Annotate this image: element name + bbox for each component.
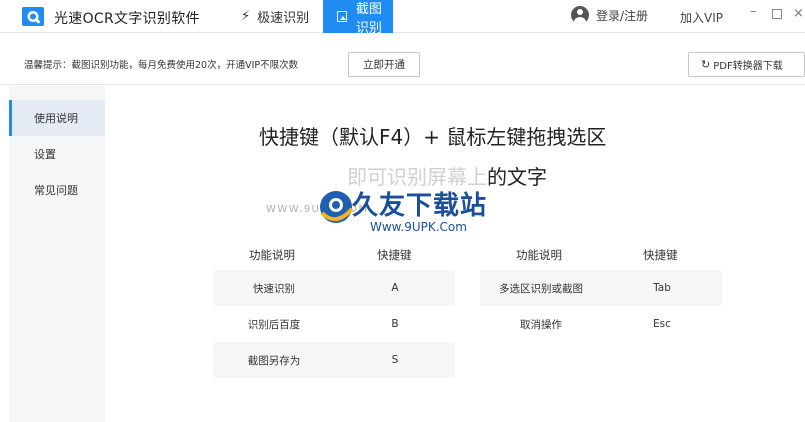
instruction-headline: 快捷键（默认F4）+ 鼠标左键拖拽选区	[259, 125, 607, 149]
function-cell: 快速识别	[253, 282, 295, 295]
user-avatar-icon	[571, 6, 589, 24]
tab-fast-recognition[interactable]: ⚡ 极速识别	[241, 0, 309, 33]
close-icon[interactable]: ×	[793, 6, 804, 21]
left-function-header: 功能说明	[249, 248, 295, 262]
login-label: 登录/注册	[596, 8, 649, 23]
table-row: 快速识别 A	[213, 270, 455, 306]
login-button[interactable]: 登录/注册	[571, 6, 648, 24]
function-cell: 截图另存为	[247, 354, 301, 367]
open-vip-button[interactable]: 立即开通	[348, 52, 420, 77]
function-cell: 取消操作	[520, 318, 562, 331]
left-key-header: 快捷键	[377, 248, 412, 262]
join-vip-button[interactable]: 加入VIP	[680, 9, 723, 26]
title-bar: 光速OCR文字识别软件 ⚡ 极速识别 截图识别 登录/注册 加入VIP – ×	[0, 0, 805, 36]
picture-icon	[337, 11, 347, 22]
minimize-icon[interactable]: –	[750, 4, 757, 19]
notice-bar: 温馨提示：截图识别功能，每月免费使用20次，开通VIP不限次数 立即开通 ↻ P…	[0, 34, 805, 85]
watermark-url: Www.9UPK.Com	[370, 220, 467, 234]
lightning-icon: ⚡	[241, 9, 251, 24]
key-cell: S	[391, 354, 399, 366]
app-title: 光速OCR文字识别软件	[54, 11, 200, 27]
table-row: 多选区识别或截图 Tab	[480, 270, 722, 306]
maximize-icon[interactable]	[772, 9, 782, 19]
right-key-header: 快捷键	[643, 248, 678, 262]
table-row: 取消操作 Esc	[480, 306, 722, 342]
tab-fast-label: 极速识别	[257, 11, 310, 26]
pdf-converter-download-button[interactable]: ↻ PDF转换器下载	[688, 52, 805, 77]
function-cell: 识别后百度	[247, 318, 301, 331]
app-logo-icon	[22, 7, 44, 26]
sidebar-item-faq[interactable]: 常见问题	[9, 172, 105, 208]
refresh-icon: ↻	[701, 58, 711, 71]
tab-screenshot-recognition[interactable]: 截图识别	[323, 0, 393, 36]
watermark-text: 久友下载站	[352, 191, 488, 221]
function-cell: 多选区识别或截图	[499, 282, 583, 295]
key-cell: A	[391, 282, 399, 294]
right-function-header: 功能说明	[516, 248, 562, 262]
watermark-logo-icon	[320, 191, 354, 223]
key-cell: B	[391, 318, 399, 330]
table-row: 识别后百度 B	[213, 306, 455, 342]
tab-screenshot-label: 截图识别	[355, 1, 382, 36]
pdf-button-label: PDF转换器下载	[713, 61, 783, 72]
notice-text: 温馨提示：截图识别功能，每月免费使用20次，开通VIP不限次数	[24, 60, 299, 71]
key-cell: Tab	[653, 282, 671, 294]
table-row: 截图另存为 S	[213, 342, 455, 378]
key-cell: Esc	[653, 318, 671, 330]
subline-text: 的文字	[487, 165, 547, 189]
